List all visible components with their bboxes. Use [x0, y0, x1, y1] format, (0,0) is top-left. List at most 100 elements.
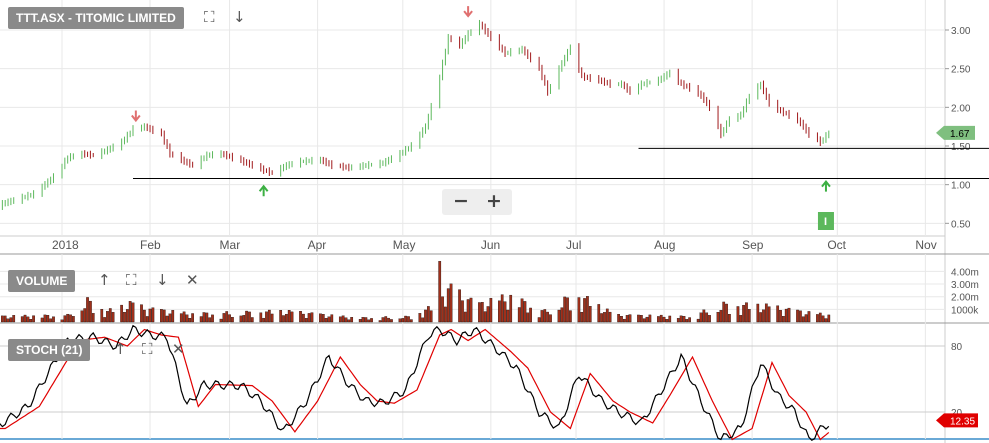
- volume-bar: [517, 307, 521, 323]
- volume-bar: [211, 314, 214, 323]
- volume-bar: [526, 312, 530, 323]
- stoch-last-label: 12.35: [950, 416, 975, 427]
- volume-bar: [816, 314, 819, 323]
- volume-bar: [370, 318, 373, 323]
- volume-bar: [722, 301, 726, 323]
- volume-bar: [182, 311, 186, 323]
- close-icon[interactable]: ✕: [186, 271, 199, 289]
- volume-bar: [827, 314, 831, 323]
- volume-bar: [642, 318, 646, 323]
- volume-bar: [767, 306, 771, 323]
- move-up-icon[interactable]: ↑: [98, 271, 111, 289]
- volume-bar: [779, 310, 782, 323]
- volume-bar: [569, 310, 572, 323]
- volume-bar: [160, 309, 163, 323]
- volume-bar: [390, 319, 393, 323]
- volume-bar: [404, 315, 407, 323]
- volume-bar: [799, 310, 802, 323]
- expand-icon[interactable]: ⛶: [126, 271, 137, 289]
- x-tick-label: Oct: [827, 238, 846, 252]
- chart-title: TTT.ASX - TITOMIC LIMITED: [8, 7, 184, 29]
- volume-bar: [728, 314, 731, 323]
- volume-bar: [588, 306, 592, 323]
- volume-bar: [787, 307, 791, 323]
- volume-bar: [702, 309, 706, 323]
- volume-bar: [299, 311, 302, 323]
- volume-bar: [421, 317, 425, 323]
- volume-bar: [330, 314, 334, 323]
- volume-bar: [620, 316, 623, 323]
- volume-bar: [364, 317, 368, 323]
- volume-bar: [648, 314, 652, 323]
- volume-bar: [162, 309, 166, 323]
- volume-bar: [409, 319, 413, 323]
- move-up-icon[interactable]: ↑: [114, 340, 127, 358]
- volume-bar: [657, 316, 660, 323]
- volume-bar: [108, 308, 112, 323]
- volume-bar: [540, 310, 544, 323]
- volume-bar: [537, 317, 541, 323]
- close-icon[interactable]: ✕: [172, 340, 185, 358]
- volume-bar: [563, 296, 567, 323]
- expand-icon[interactable]: ⛶: [204, 8, 215, 26]
- volume-bar: [637, 314, 640, 323]
- volume-bar: [171, 310, 175, 323]
- volume-bar: [796, 309, 799, 323]
- volume-bar: [6, 318, 10, 323]
- volume-bar: [361, 317, 365, 323]
- volume-bar: [250, 317, 254, 323]
- volume-bar: [645, 316, 649, 323]
- volume-bar: [310, 312, 314, 323]
- volume-bar: [500, 294, 504, 323]
- up-arrow-icon: [258, 184, 269, 197]
- price-tick-label: 2.50: [951, 65, 971, 76]
- volume-bar: [782, 316, 785, 323]
- stoch-title: STOCH (21): [8, 339, 91, 361]
- volume-bar: [29, 319, 33, 323]
- volume-bar: [622, 318, 626, 323]
- volume-tick-label: 2.00m: [951, 293, 979, 304]
- volume-bar: [818, 312, 822, 323]
- volume-title: VOLUME: [8, 270, 76, 292]
- volume-bar: [128, 301, 132, 323]
- volume-bar: [381, 317, 385, 323]
- volume-bar: [32, 315, 35, 323]
- volume-bar: [262, 317, 265, 323]
- stoch-tick-label: 80: [951, 342, 963, 353]
- collapse-icon[interactable]: ↓: [233, 8, 246, 26]
- volume-bar: [549, 314, 552, 323]
- volume-bar: [239, 315, 243, 323]
- volume-bar: [242, 315, 246, 323]
- volume-bar: [222, 313, 226, 323]
- volume-bar: [367, 319, 371, 323]
- volume-bar: [407, 316, 410, 323]
- volume-bar: [801, 316, 805, 323]
- volume-bar: [20, 316, 24, 323]
- volume-bar: [12, 315, 16, 323]
- volume-bar: [662, 316, 666, 323]
- volume-bar: [9, 317, 13, 323]
- move-down-icon[interactable]: ↓: [156, 271, 169, 289]
- volume-bar: [617, 314, 620, 323]
- volume-bar: [725, 303, 728, 323]
- volume-bar: [756, 303, 760, 323]
- zoom-out-button[interactable]: −: [453, 190, 469, 212]
- volume-bar: [287, 310, 291, 323]
- volume-bar: [747, 309, 751, 323]
- volume-bar: [43, 314, 47, 323]
- volume-bar: [205, 312, 209, 323]
- volume-bar: [125, 309, 129, 323]
- volume-bar: [398, 318, 402, 323]
- volume-bar: [424, 309, 427, 323]
- volume-bar: [659, 314, 663, 323]
- price-tick-label: 3.00: [951, 26, 971, 37]
- event-marker-label: I: [824, 216, 827, 228]
- volume-bar: [46, 315, 50, 323]
- x-tick-label: Feb: [140, 238, 161, 252]
- expand-icon[interactable]: ⛶: [142, 340, 153, 358]
- zoom-in-button[interactable]: +: [486, 190, 502, 212]
- volume-bar: [523, 301, 527, 323]
- volume-bar: [148, 308, 152, 323]
- volume-bar: [804, 314, 808, 323]
- volume-bar: [498, 300, 501, 323]
